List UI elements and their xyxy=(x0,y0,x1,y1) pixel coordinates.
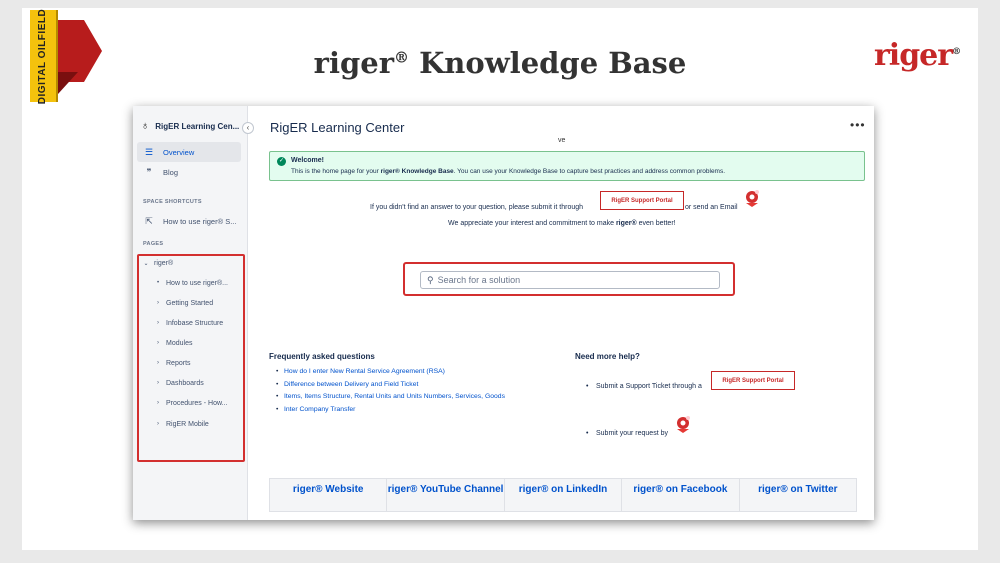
twitter-link[interactable]: riger® on Twitter xyxy=(740,479,856,511)
faq-link[interactable]: How do I enter New Rental Service Agreem… xyxy=(276,368,505,381)
social-links-bar: riger® Website riger® YouTube Channel ri… xyxy=(269,478,857,512)
chevron-right-icon: › xyxy=(157,300,159,306)
tree-item-label: Dashboards xyxy=(166,379,204,387)
space-shortcuts-label: SPACE SHORTCUTS xyxy=(143,199,202,205)
tree-item-dashboards[interactable]: › Dashboards xyxy=(155,376,204,390)
space-header[interactable]: ♁ RigER Learning Cen... xyxy=(141,120,245,132)
help-title: Need more help? xyxy=(575,352,640,361)
tree-item-label: How to use riger®... xyxy=(166,279,228,287)
headline-trademark: ® xyxy=(393,48,409,67)
collapse-sidebar-icon[interactable]: ‹ xyxy=(242,122,254,134)
headline-rest: Knowledge Base xyxy=(408,46,687,80)
appreciation-pre: We appreciate your interest and commitme… xyxy=(448,220,616,227)
sidebar-item-blog[interactable]: ❞ Blog xyxy=(137,162,241,182)
chevron-right-icon: › xyxy=(157,340,159,346)
tree-item-how-to-use[interactable]: • How to use riger®... xyxy=(155,276,228,290)
tree-item-label: Getting Started xyxy=(166,299,214,307)
chevron-right-icon: › xyxy=(157,320,159,326)
logo-text: riger xyxy=(874,38,953,73)
main-content: RigER Learning Center ••• ve ✓ Welcome! … xyxy=(248,106,874,520)
welcome-text: This is the home page for your riger® Kn… xyxy=(291,168,725,175)
page-title: RigER Learning Center xyxy=(270,120,405,135)
sidebar-item-label: Overview xyxy=(163,147,195,157)
search-highlight-box: ⚲ xyxy=(403,262,735,296)
youtube-link[interactable]: riger® YouTube Channel xyxy=(387,479,505,511)
welcome-title: Welcome! xyxy=(291,157,324,164)
linkedin-link[interactable]: riger® on LinkedIn xyxy=(505,479,623,511)
tree-item-label: Infobase Structure xyxy=(166,319,224,327)
search-box[interactable]: ⚲ xyxy=(420,271,720,289)
appreciation-post: even better! xyxy=(636,220,676,227)
oil-drop-icon: ♁ xyxy=(141,120,150,132)
support-portal-button-2[interactable]: RigER Support Portal xyxy=(711,371,795,390)
tree-item-label: Modules xyxy=(166,339,193,347)
sidebar-item-label: How to use riger® S... xyxy=(163,216,237,226)
tree-item-modules[interactable]: › Modules xyxy=(155,336,192,350)
sidebar-item-label: Blog xyxy=(163,167,179,177)
chevron-down-icon: ⌄ xyxy=(143,260,149,267)
support-line-pre: If you didn't find an answer to your que… xyxy=(370,204,584,211)
logo-trademark: ® xyxy=(952,47,961,57)
slide-headline: riger® Knowledge Base xyxy=(0,46,1000,80)
faq-link[interactable]: Items, Items Structure, Rental Units and… xyxy=(276,393,505,406)
headline-brand: riger xyxy=(313,46,394,80)
tree-item-getting-started[interactable]: › Getting Started xyxy=(155,296,213,310)
tree-item-label: Reports xyxy=(166,359,191,367)
welcome-text-post: . You can use your Knowledge Base to cap… xyxy=(453,168,726,175)
support-portal-button[interactable]: RigER Support Portal xyxy=(600,191,684,210)
faq-link[interactable]: Difference between Delivery and Field Ti… xyxy=(276,381,505,394)
faq-list: How do I enter New Rental Service Agreem… xyxy=(276,368,505,419)
appreciation-bold: riger® xyxy=(615,220,637,227)
stray-text: ve xyxy=(558,137,566,144)
chevron-right-icon: › xyxy=(157,360,159,366)
search-icon: ⚲ xyxy=(427,274,434,285)
faq-link[interactable]: Inter Company Transfer xyxy=(276,406,505,419)
sidebar-item-overview[interactable]: ☰ Overview xyxy=(137,142,241,162)
help-request-text: Submit your request by xyxy=(596,430,668,437)
bullet-icon: • xyxy=(586,430,589,437)
pages-label: PAGES xyxy=(143,241,164,247)
check-circle-icon: ✓ xyxy=(277,157,286,166)
support-line-post: or send an Email xyxy=(685,204,738,211)
appreciation-line: We appreciate your interest and commitme… xyxy=(448,220,676,227)
welcome-panel: ✓ Welcome! This is the home page for you… xyxy=(269,151,865,181)
confluence-screenshot: ♁ RigER Learning Cen... ☰ Overview ❞ Blo… xyxy=(133,106,874,520)
sidebar: ♁ RigER Learning Cen... ☰ Overview ❞ Blo… xyxy=(133,106,248,520)
chevron-right-icon: › xyxy=(157,380,159,386)
bullet-icon: • xyxy=(156,280,160,286)
tree-item-riger[interactable]: ⌄ riger® xyxy=(143,256,173,270)
tree-item-label: Procedures - How... xyxy=(166,399,228,407)
chevron-right-icon: › xyxy=(157,400,159,406)
faq-title: Frequently asked questions xyxy=(269,352,375,361)
tree-item-riger-mobile[interactable]: › RigER Mobile xyxy=(155,417,209,431)
riger-logo: riger® xyxy=(874,38,961,73)
search-input[interactable] xyxy=(437,275,708,285)
tree-item-label: RigER Mobile xyxy=(166,420,209,428)
chevron-right-icon: › xyxy=(157,421,159,427)
bullet-icon: • xyxy=(586,383,589,390)
tree-item-reports[interactable]: › Reports xyxy=(155,356,191,370)
help-ticket-text: Submit a Support Ticket through a xyxy=(596,383,702,390)
more-actions-icon[interactable]: ••• xyxy=(850,118,866,132)
email-mascot-icon[interactable] xyxy=(742,188,762,208)
sidebar-shortcut-how-to-use[interactable]: ⇱ How to use riger® S... xyxy=(137,211,241,231)
welcome-text-pre: This is the home page for your xyxy=(291,168,381,175)
external-link-icon: ⇱ xyxy=(145,215,153,226)
request-mascot-icon[interactable] xyxy=(673,414,693,434)
space-name: RigER Learning Cen... xyxy=(155,121,240,131)
tree-item-label: riger® xyxy=(154,259,174,267)
tree-item-procedures[interactable]: › Procedures - How... xyxy=(155,396,227,410)
website-link[interactable]: riger® Website xyxy=(270,479,388,511)
quote-icon: ❞ xyxy=(146,166,152,177)
welcome-text-bold: riger® Knowledge Base xyxy=(380,168,454,175)
tree-item-infobase-structure[interactable]: › Infobase Structure xyxy=(155,316,223,330)
facebook-link[interactable]: riger® on Facebook xyxy=(622,479,740,511)
list-lines-icon: ☰ xyxy=(144,146,154,157)
